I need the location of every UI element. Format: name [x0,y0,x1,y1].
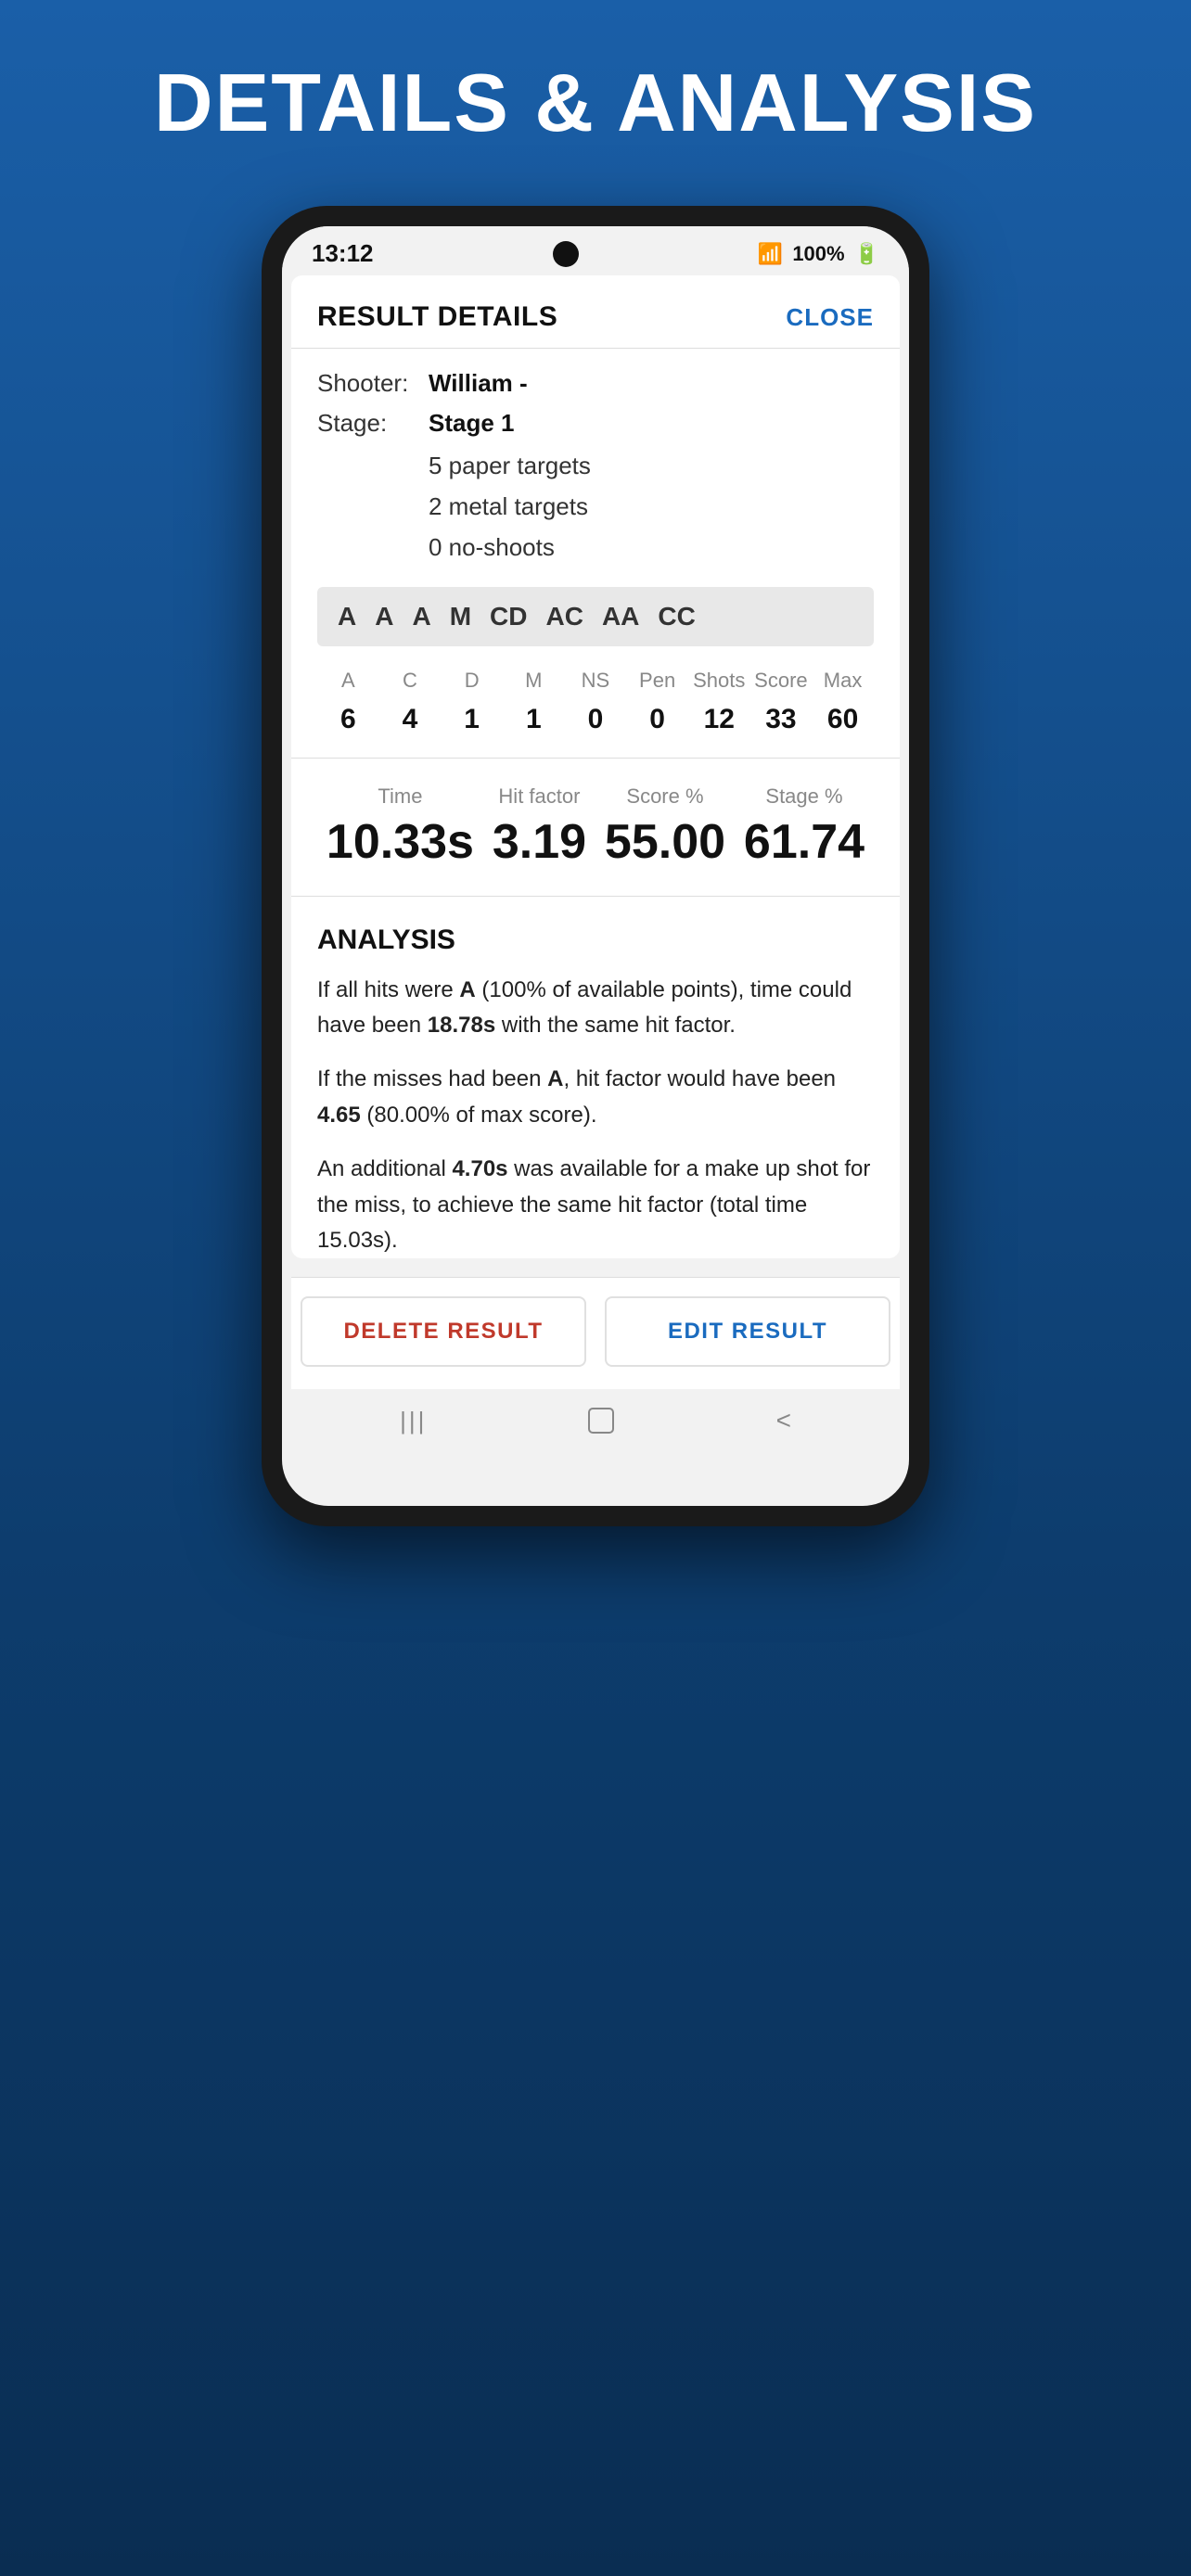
hit-tag-3: M [450,602,471,631]
edit-result-button[interactable]: EDIT RESULT [605,1296,890,1367]
col-max: Max [824,669,863,693]
no-shoots: 0 no-shoots [429,527,874,567]
hit-factor-label: Hit factor [498,784,580,809]
paper-targets: 5 paper targets [429,445,874,486]
nav-home-icon[interactable] [588,1408,614,1434]
val-ns: 0 [588,704,604,735]
hit-tag-0: A [338,602,356,631]
col-m: M [525,669,542,693]
val-d: 1 [464,704,480,735]
stage-row: Stage: Stage 1 [317,405,874,441]
analysis-paragraph-2: If the misses had been A, hit factor wou… [317,1062,874,1133]
status-time: 13:12 [312,239,374,268]
val-a: 6 [340,704,356,735]
col-ns: NS [582,669,610,693]
hit-factor-value: 3.19 [493,814,586,870]
status-right: 📶 100% 🔋 [758,242,879,266]
hit-tag-1: A [375,602,393,631]
val-pen: 0 [649,704,665,735]
bottom-buttons: DELETE RESULT EDIT RESULT [291,1278,900,1389]
shooter-info: Shooter: William - Stage: Stage 1 5 pape… [317,365,874,568]
analysis-section: ANALYSIS If all hits were A (100% of ava… [317,915,874,1259]
col-d: D [465,669,480,693]
stage-percent-value: 61.74 [744,814,864,870]
header-divider [291,348,900,349]
time-value: 10.33s [327,814,474,870]
col-c: C [403,669,417,693]
val-score: 33 [765,704,796,735]
stats-divider [291,758,900,759]
stats-values: 6 4 1 1 0 0 [317,704,874,735]
score-percent-label: Score % [626,784,703,809]
shooter-value: William - [429,365,528,402]
page-title: DETAILS & ANALYSIS [0,56,1191,150]
col-shots: Shots [693,669,745,693]
status-bar: 13:12 📶 100% 🔋 [282,226,909,275]
close-button[interactable]: CLOSE [786,303,874,332]
hit-tag-7: CC [658,602,695,631]
battery-icon: 🔋 [854,242,879,266]
metrics-section: Time 10.33s Hit factor 3.19 Score % 55.0… [317,777,874,870]
score-percent-value: 55.00 [605,814,725,870]
phone-frame: 13:12 📶 100% 🔋 RESULT DETAILS CLOSE Shoo… [262,206,929,1526]
val-max: 60 [827,704,858,735]
camera-dot [553,241,579,267]
stats-grid: A C D M NS Pen [317,669,874,735]
nav-back-icon[interactable] [776,1406,791,1435]
result-details-title: RESULT DETAILS [317,301,557,333]
val-m: 1 [526,704,542,735]
col-pen: Pen [639,669,675,693]
metrics-divider [291,896,900,897]
nav-recent-apps-icon[interactable] [400,1407,427,1435]
battery-text: 100% [792,242,844,266]
hit-tag-6: AA [602,602,639,631]
val-c: 4 [403,704,418,735]
stage-value: Stage 1 [429,405,515,441]
nav-bar [282,1389,909,1461]
hit-factor-metric: Hit factor 3.19 [493,784,586,870]
col-a: A [341,669,355,693]
hit-tag-5: AC [545,602,583,631]
app-content: RESULT DETAILS CLOSE Shooter: William - … [291,275,900,1258]
hit-tag-4: CD [490,602,527,631]
col-score: Score [754,669,807,693]
hits-bar: A A A M CD AC AA CC [317,587,874,646]
time-metric: Time 10.33s [327,784,474,870]
metal-targets: 2 metal targets [429,486,874,527]
stats-labels: A C D M NS Pen [317,669,874,696]
analysis-title: ANALYSIS [317,925,874,956]
shooter-label: Shooter: [317,365,429,402]
stage-percent-metric: Stage % 61.74 [744,784,864,870]
shooter-row: Shooter: William - [317,365,874,402]
wifi-icon: 📶 [758,242,783,266]
analysis-paragraph-1: If all hits were A (100% of available po… [317,973,874,1044]
stage-percent-label: Stage % [765,784,842,809]
score-percent-metric: Score % 55.00 [605,784,725,870]
hit-tag-2: A [412,602,430,631]
header-row: RESULT DETAILS CLOSE [317,301,874,333]
analysis-paragraph-3: An additional 4.70s was available for a … [317,1152,874,1258]
delete-result-button[interactable]: DELETE RESULT [301,1296,586,1367]
time-label: Time [378,784,422,809]
val-shots: 12 [704,704,735,735]
stage-label: Stage: [317,405,429,441]
phone-screen: 13:12 📶 100% 🔋 RESULT DETAILS CLOSE Shoo… [282,226,909,1506]
